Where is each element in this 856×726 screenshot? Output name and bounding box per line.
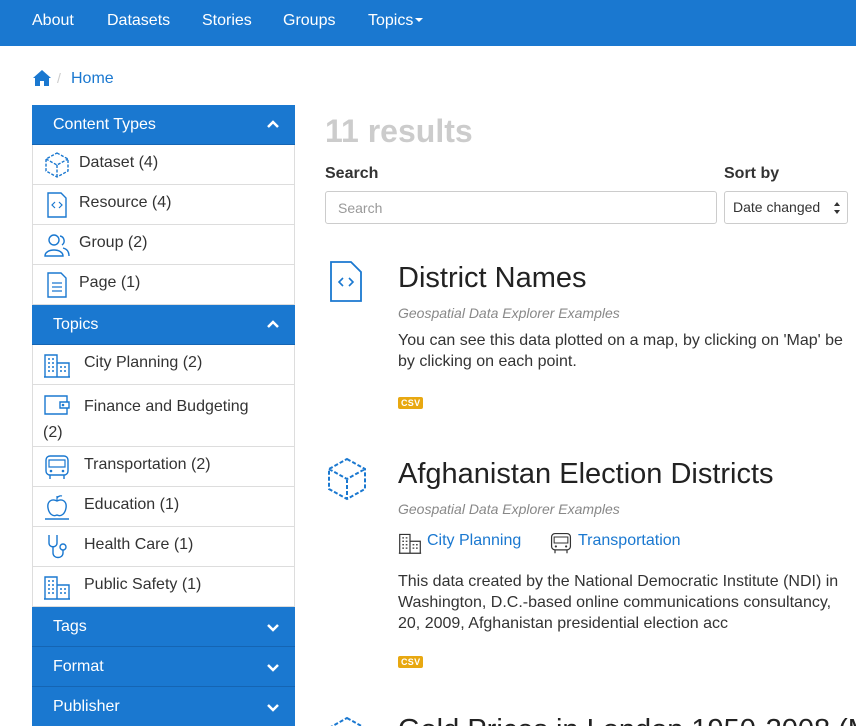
document-icon [47, 272, 67, 298]
chevron-down-icon [267, 704, 279, 712]
facet-item-resource[interactable]: Resource (4) [32, 185, 295, 225]
result-description: You can see this data plotted on a map, … [398, 332, 843, 349]
facet-item-label: Health Care (1) [84, 536, 194, 553]
result-title-link[interactable]: District Names [398, 262, 587, 295]
chevron-down-icon [267, 624, 279, 632]
facet-title: Content Types [53, 116, 156, 133]
chevron-up-icon [267, 320, 279, 328]
caret-down-icon [415, 18, 424, 22]
cube-icon [45, 152, 69, 178]
result-topic-link[interactable]: Transportation [578, 532, 681, 550]
search-label: Search [325, 165, 379, 182]
sort-label: Sort by [724, 165, 780, 182]
format-badge[interactable]: CSV [398, 397, 424, 409]
breadcrumb-home-link[interactable]: Home [71, 70, 114, 88]
facet-item-education[interactable]: Education (1) [32, 487, 295, 527]
facet-item-label: Transportation (2) [84, 456, 211, 473]
facet-topics-header[interactable]: Topics [32, 305, 295, 345]
stethoscope-icon [48, 535, 67, 559]
result-organization: Geospatial Data Explorer Examples [398, 305, 620, 321]
result-description: 20, 2009, Afghanistan presidential elect… [398, 615, 729, 632]
facet-item-label: Resource (4) [79, 194, 172, 211]
facet-item-health-care[interactable]: Health Care (1) [32, 527, 295, 567]
facet-content-types-header[interactable]: Content Types [32, 105, 295, 145]
nav-topics-label: Topics [368, 12, 414, 29]
nav-stories[interactable]: Stories [202, 12, 252, 30]
cube-icon [330, 716, 364, 726]
facet-format-header[interactable]: Format [32, 647, 295, 687]
chevron-up-icon [267, 120, 279, 128]
facet-publisher-header[interactable]: Publisher [32, 687, 295, 726]
result-title-link[interactable]: Gold Prices in London 1950-2008 (M [398, 714, 856, 726]
buildings-icon [44, 576, 70, 600]
buildings-icon [398, 533, 422, 554]
facet-item-label: Finance and Budgeting (2) [43, 398, 249, 441]
facet-title: Format [53, 658, 104, 675]
nav-topics-dropdown[interactable]: Topics [368, 12, 424, 30]
result-organization: Geospatial Data Explorer Examples [398, 501, 620, 517]
top-navbar: About Datasets Stories Groups Topics [0, 0, 856, 46]
facet-item-label: Group (2) [79, 234, 148, 251]
code-file-icon [47, 192, 67, 218]
search-input[interactable] [325, 191, 717, 224]
chevron-down-icon [267, 664, 279, 672]
cube-icon [328, 457, 366, 501]
nav-about[interactable]: About [32, 12, 74, 30]
nav-groups[interactable]: Groups [283, 12, 335, 30]
sort-select-value: Date changed [733, 199, 821, 215]
select-arrows-icon [834, 202, 840, 214]
facet-item-dataset[interactable]: Dataset (4) [32, 145, 295, 185]
result-description: by clicking on each point. [398, 353, 577, 370]
results-count: 11 results [325, 113, 473, 149]
facet-sidebar: Content Types Dataset (4) Resource (4) G… [32, 105, 295, 726]
facet-item-city-planning[interactable]: City Planning (2) [32, 345, 295, 385]
result-description: This data created by the National Democr… [398, 573, 839, 590]
format-badge[interactable]: CSV [398, 656, 424, 668]
facet-item-group[interactable]: Group (2) [32, 225, 295, 265]
result-title-link[interactable]: Afghanistan Election Districts [398, 458, 774, 491]
sort-select[interactable]: Date changed [724, 191, 848, 224]
facet-title: Tags [53, 618, 87, 635]
breadcrumb-separator: / [57, 70, 61, 86]
bus-icon [45, 455, 69, 479]
facet-item-finance[interactable]: Finance and Budgeting (2) [32, 385, 295, 447]
facet-item-label: Education (1) [84, 496, 180, 513]
facet-item-label: Dataset (4) [79, 154, 159, 171]
buildings-icon [44, 354, 70, 378]
apple-icon [45, 495, 69, 520]
facet-item-label: Public Safety (1) [84, 576, 202, 593]
home-icon[interactable] [32, 69, 52, 87]
result-description: Washington, D.C.-based online communicat… [398, 594, 832, 611]
facet-item-label: City Planning (2) [84, 354, 203, 371]
facet-item-label: Page (1) [79, 274, 141, 291]
users-icon [44, 234, 70, 257]
nav-datasets[interactable]: Datasets [107, 12, 170, 30]
facet-item-transportation[interactable]: Transportation (2) [32, 447, 295, 487]
facet-title: Publisher [53, 698, 120, 715]
result-topic-link[interactable]: City Planning [427, 532, 521, 550]
bus-icon [550, 532, 572, 554]
facet-item-public-safety[interactable]: Public Safety (1) [32, 567, 295, 607]
facet-title: Topics [53, 316, 99, 333]
result-item: Gold Prices in London 1950-2008 (M [325, 713, 856, 726]
code-file-icon [330, 261, 362, 302]
facet-tags-header[interactable]: Tags [32, 607, 295, 647]
facet-item-page[interactable]: Page (1) [32, 265, 295, 305]
